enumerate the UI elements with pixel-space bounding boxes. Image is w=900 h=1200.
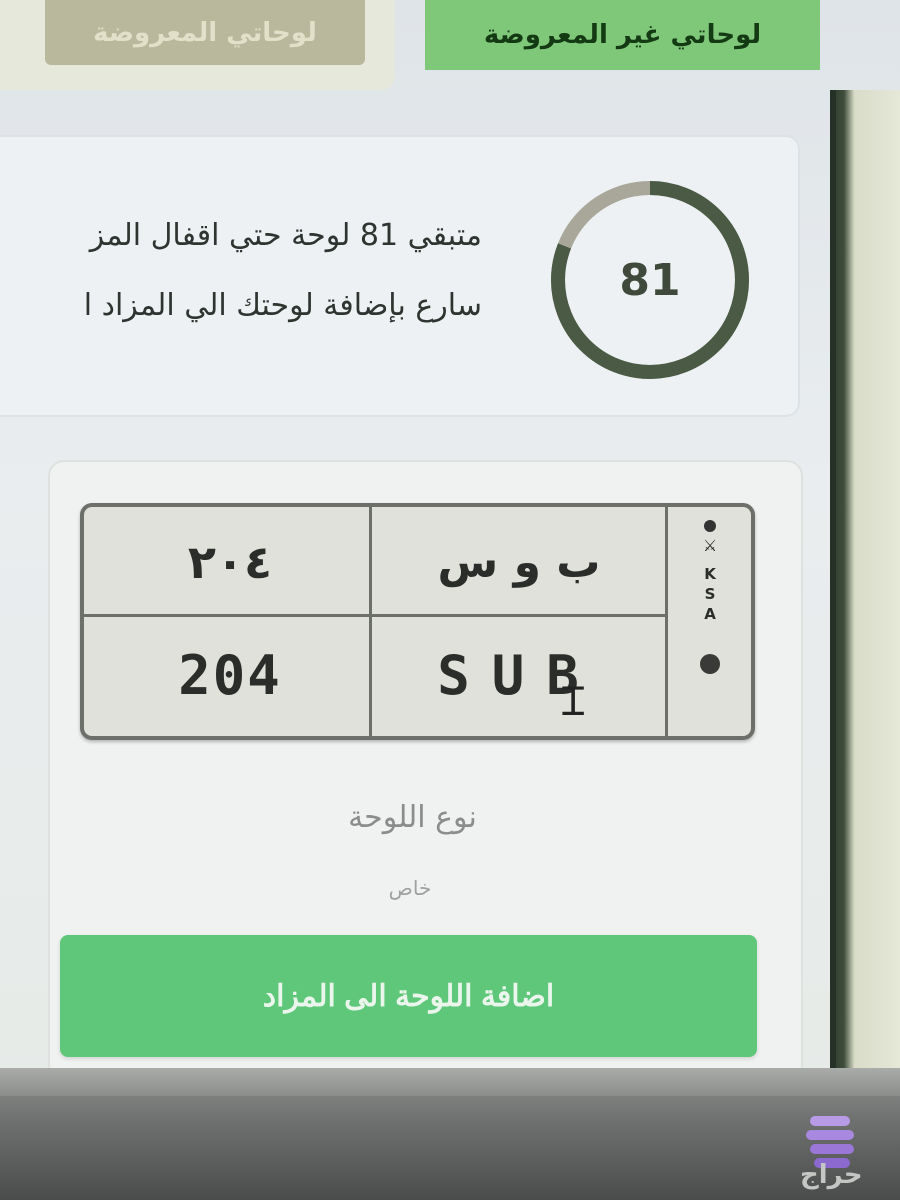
edge-line — [830, 90, 836, 1090]
add-plate-to-auction-button[interactable]: اضافة اللوحة الى المزاد — [60, 935, 757, 1057]
license-plate: ٢٠٤ ب و س 204 SUB ⚔ K S A — [80, 503, 755, 740]
tab-displayed-plates-label: لوحاتي المعروضة — [45, 0, 365, 65]
plate-country-letter: A — [704, 605, 716, 623]
plate-arabic-numbers: ٢٠٤ — [187, 535, 273, 589]
plate-type-label: نوع اللوحة — [348, 800, 477, 835]
plate-english-numbers: 204 — [178, 643, 282, 707]
plate-country-strip: ⚔ K S A — [672, 512, 748, 732]
plate-divider — [665, 507, 668, 736]
haraj-watermark-text: حراج — [800, 1160, 863, 1190]
remaining-message: متبقي 81 لوحة حتي اقفال المز — [89, 218, 482, 253]
plate-english-letters: SUB — [437, 643, 601, 707]
tab-displayed-plates[interactable]: لوحاتي المعروضة — [0, 0, 395, 90]
i-beam-cursor-icon: Ɪ — [562, 679, 585, 725]
plate-divider — [84, 614, 665, 617]
plate-country-letter: K — [704, 565, 716, 583]
plate-arabic-letters: ب و س — [437, 536, 601, 588]
hurry-message: سارع بإضافة لوحتك الي المزاد ا — [83, 288, 482, 323]
bezel-highlight — [0, 1068, 900, 1096]
palm-swords-emblem-icon: ⚔ — [702, 536, 718, 555]
tab-undisplayed-plates[interactable]: لوحاتي غير المعروضة — [425, 0, 820, 70]
screen-edge — [830, 90, 900, 1090]
monitor-bezel — [0, 1068, 900, 1200]
plate-country-letter: S — [704, 585, 716, 603]
remaining-count: 81 — [619, 254, 681, 306]
plate-rivet-icon — [704, 520, 716, 532]
plate-rivet-icon — [700, 654, 720, 674]
plate-type-value: خاص — [388, 876, 432, 900]
